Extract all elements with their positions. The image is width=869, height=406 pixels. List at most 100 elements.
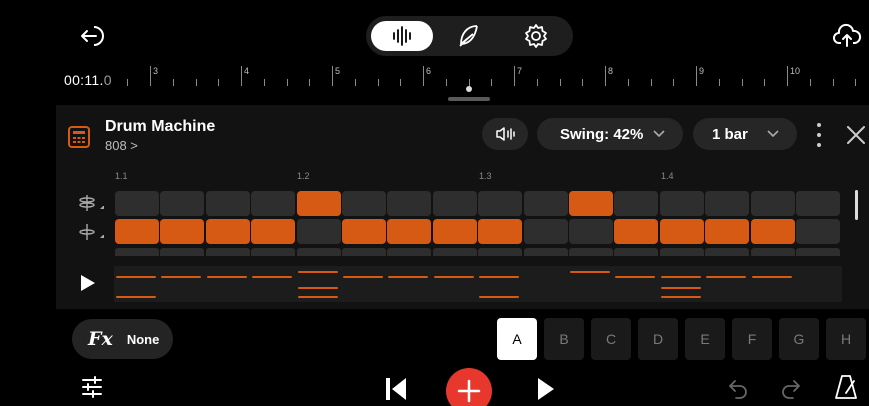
speaker-button[interactable] — [482, 118, 528, 150]
step-cell[interactable] — [432, 248, 477, 256]
step-cell[interactable] — [796, 219, 840, 244]
step-cell[interactable] — [750, 219, 795, 244]
step-cell[interactable] — [251, 191, 296, 216]
ruler-tick — [536, 79, 538, 86]
step-cell[interactable] — [342, 248, 386, 256]
step-cell[interactable] — [614, 219, 659, 244]
pattern-e-button[interactable]: E — [685, 318, 725, 360]
back-icon[interactable] — [78, 22, 106, 50]
step-cell[interactable] — [569, 191, 613, 216]
cloud-upload-icon[interactable] — [832, 22, 862, 50]
step-cell[interactable] — [659, 219, 704, 244]
step-cell[interactable] — [478, 248, 523, 256]
step-cell[interactable] — [523, 248, 568, 256]
step-cell[interactable] — [659, 191, 704, 216]
step-cell[interactable] — [750, 248, 795, 256]
step-cell[interactable] — [160, 219, 205, 244]
swing-dropdown[interactable]: Swing: 42% — [537, 118, 683, 150]
step-cell[interactable] — [432, 191, 477, 216]
feather-icon[interactable] — [455, 22, 483, 50]
step-cell[interactable] — [115, 191, 159, 216]
ruler-bar-tick — [514, 66, 515, 86]
step-cell[interactable] — [523, 219, 568, 244]
step-cell[interactable] — [750, 191, 795, 216]
beat-label: 1.1 — [115, 171, 128, 181]
ruler-bar-tick — [150, 66, 151, 86]
step-cell[interactable] — [796, 248, 840, 256]
step-cell[interactable] — [296, 219, 341, 244]
step-cell[interactable] — [205, 248, 250, 256]
hihat-icon[interactable] — [78, 193, 96, 213]
pattern-a-button[interactable]: A — [497, 318, 537, 360]
timeline-ruler[interactable]: 3 4 5 6 7 8 9 10 — [110, 58, 869, 88]
chevron-down-icon — [653, 130, 665, 138]
close-icon[interactable] — [845, 124, 867, 146]
metronome-icon[interactable] — [833, 373, 859, 401]
step-cell[interactable] — [296, 191, 341, 216]
pattern-c-button[interactable]: C — [591, 318, 631, 360]
pattern-g-button[interactable]: G — [779, 318, 819, 360]
step-cell[interactable] — [115, 219, 159, 244]
ruler-tick — [491, 79, 493, 86]
gear-icon[interactable] — [522, 22, 550, 50]
pattern-h-button[interactable]: H — [826, 318, 866, 360]
step-cell[interactable] — [296, 248, 341, 256]
panel-drag-handle[interactable] — [448, 97, 490, 101]
step-cell[interactable] — [478, 191, 523, 216]
pattern-f-button[interactable]: F — [732, 318, 772, 360]
beat-label: 1.4 — [661, 171, 674, 181]
step-cell[interactable] — [342, 219, 386, 244]
fx-icon: Fx — [88, 328, 113, 350]
kit-selector[interactable]: 808 > — [105, 138, 138, 153]
mode-tab-sequencer[interactable] — [371, 21, 433, 51]
play-preview-icon[interactable] — [80, 274, 96, 292]
step-cell[interactable] — [478, 219, 523, 244]
skip-back-icon[interactable] — [384, 376, 408, 402]
step-cell[interactable] — [342, 191, 386, 216]
pattern-d-button[interactable]: D — [638, 318, 678, 360]
ruler-bar-number: 7 — [517, 66, 523, 76]
step-cell[interactable] — [205, 191, 250, 216]
step-cell[interactable] — [387, 219, 432, 244]
step-cell[interactable] — [705, 191, 750, 216]
add-button[interactable] — [446, 368, 492, 406]
preview-note — [706, 276, 747, 278]
pattern-b-button[interactable]: B — [544, 318, 584, 360]
step-cell[interactable] — [251, 248, 296, 256]
preview-note — [479, 276, 520, 278]
step-cell[interactable] — [160, 191, 205, 216]
ruler-bar-tick — [241, 66, 242, 86]
row-expand-marker — [100, 234, 104, 238]
ruler-tick — [377, 79, 379, 86]
step-cell[interactable] — [796, 191, 840, 216]
play-icon[interactable] — [536, 376, 556, 402]
step-cell[interactable] — [705, 248, 750, 256]
step-cell[interactable] — [387, 248, 432, 256]
step-cell[interactable] — [251, 219, 296, 244]
step-cell[interactable] — [205, 219, 250, 244]
fx-button[interactable]: Fx None — [72, 319, 173, 359]
step-cell[interactable] — [432, 219, 477, 244]
pattern-preview[interactable] — [114, 266, 842, 302]
step-cell[interactable] — [659, 248, 704, 256]
ruler-tick — [855, 79, 857, 86]
mixer-settings-icon[interactable] — [80, 375, 104, 399]
snare-icon[interactable] — [78, 222, 96, 242]
redo-icon[interactable] — [780, 376, 804, 400]
step-cell[interactable] — [387, 191, 432, 216]
step-cell[interactable] — [569, 248, 613, 256]
more-icon[interactable] — [812, 120, 826, 150]
length-dropdown[interactable]: 1 bar — [693, 118, 797, 150]
step-cell[interactable] — [569, 219, 613, 244]
step-cell[interactable] — [523, 191, 568, 216]
step-cell[interactable] — [614, 191, 659, 216]
step-cell[interactable] — [160, 248, 205, 256]
ruler-bar-tick — [605, 66, 606, 86]
step-cell[interactable] — [115, 248, 159, 256]
grid-scrollbar[interactable] — [855, 190, 858, 220]
playhead[interactable] — [466, 86, 472, 92]
step-cell[interactable] — [705, 219, 750, 244]
step-cell[interactable] — [614, 248, 659, 256]
undo-icon[interactable] — [725, 376, 749, 400]
preview-note — [343, 276, 383, 278]
